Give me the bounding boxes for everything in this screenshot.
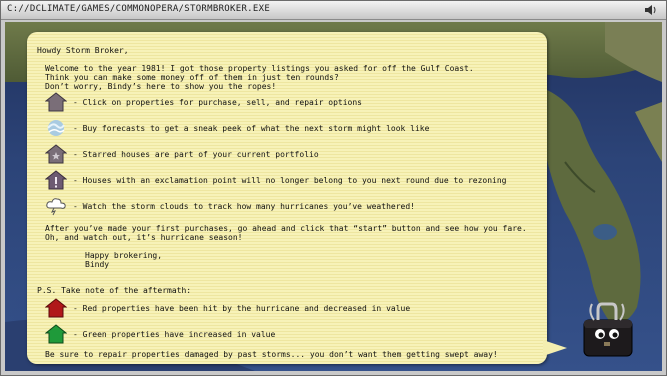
legend-item: - Watch the storm clouds to track how ma… — [45, 196, 535, 216]
closing-line: Oh, and watch out, it’s hurricane season… — [45, 233, 243, 242]
legend-text: - Buy forecasts to get a sneak peek of w… — [73, 124, 430, 133]
final-line: Be sure to repair properties damaged by … — [45, 350, 498, 359]
instructions-note: Howdy Storm Broker, Welcome to the year … — [27, 32, 547, 364]
forecast-icon — [47, 120, 65, 136]
game-window: C://DCLIMATE/GAMES/COMMONOPERA/STORMBROK… — [0, 0, 667, 376]
ps-title: P.S. Take note of the aftermath: — [37, 286, 192, 295]
house-icon — [45, 92, 67, 112]
legend-text: - Houses with an exclamation point will … — [73, 176, 507, 185]
legend-item: - Buy forecasts to get a sneak peek of w… — [45, 118, 535, 138]
legend-item: - Click on properties for purchase, sell… — [45, 92, 535, 112]
exclamation-house-icon — [45, 170, 67, 190]
speech-bubble-tail — [543, 340, 567, 356]
signature: Bindy — [85, 260, 110, 269]
legend-item: - Starred houses are part of your curren… — [45, 144, 535, 164]
aftermath-text: - Red properties have been hit by the hu… — [73, 304, 411, 313]
aftermath-item: - Green properties have increased in val… — [45, 324, 535, 344]
legend-text: - Starred houses are part of your curren… — [73, 150, 319, 159]
speaker-icon[interactable] — [644, 4, 658, 16]
storm-cloud-icon — [46, 198, 66, 216]
title-bar: C://DCLIMATE/GAMES/COMMONOPERA/STORMBROK… — [1, 1, 666, 20]
greeting: Howdy Storm Broker, — [37, 46, 129, 55]
green-house-icon — [45, 324, 67, 344]
bindy-briefcase-icon[interactable] — [578, 298, 636, 360]
aftermath-item: - Red properties have been hit by the hu… — [45, 298, 535, 318]
legend-text: - Click on properties for purchase, sell… — [73, 98, 362, 107]
aftermath-text: - Green properties have increased in val… — [73, 330, 276, 339]
game-stage: Howdy Storm Broker, Welcome to the year … — [5, 22, 662, 371]
intro-line: Don’t worry, Bindy’s here to show you th… — [45, 82, 277, 91]
window-title: C://DCLIMATE/GAMES/COMMONOPERA/STORMBROK… — [7, 4, 271, 14]
starred-house-icon — [45, 144, 67, 164]
red-house-icon — [45, 298, 67, 318]
legend-text: - Watch the storm clouds to track how ma… — [73, 202, 415, 211]
legend-item: - Houses with an exclamation point will … — [45, 170, 535, 190]
